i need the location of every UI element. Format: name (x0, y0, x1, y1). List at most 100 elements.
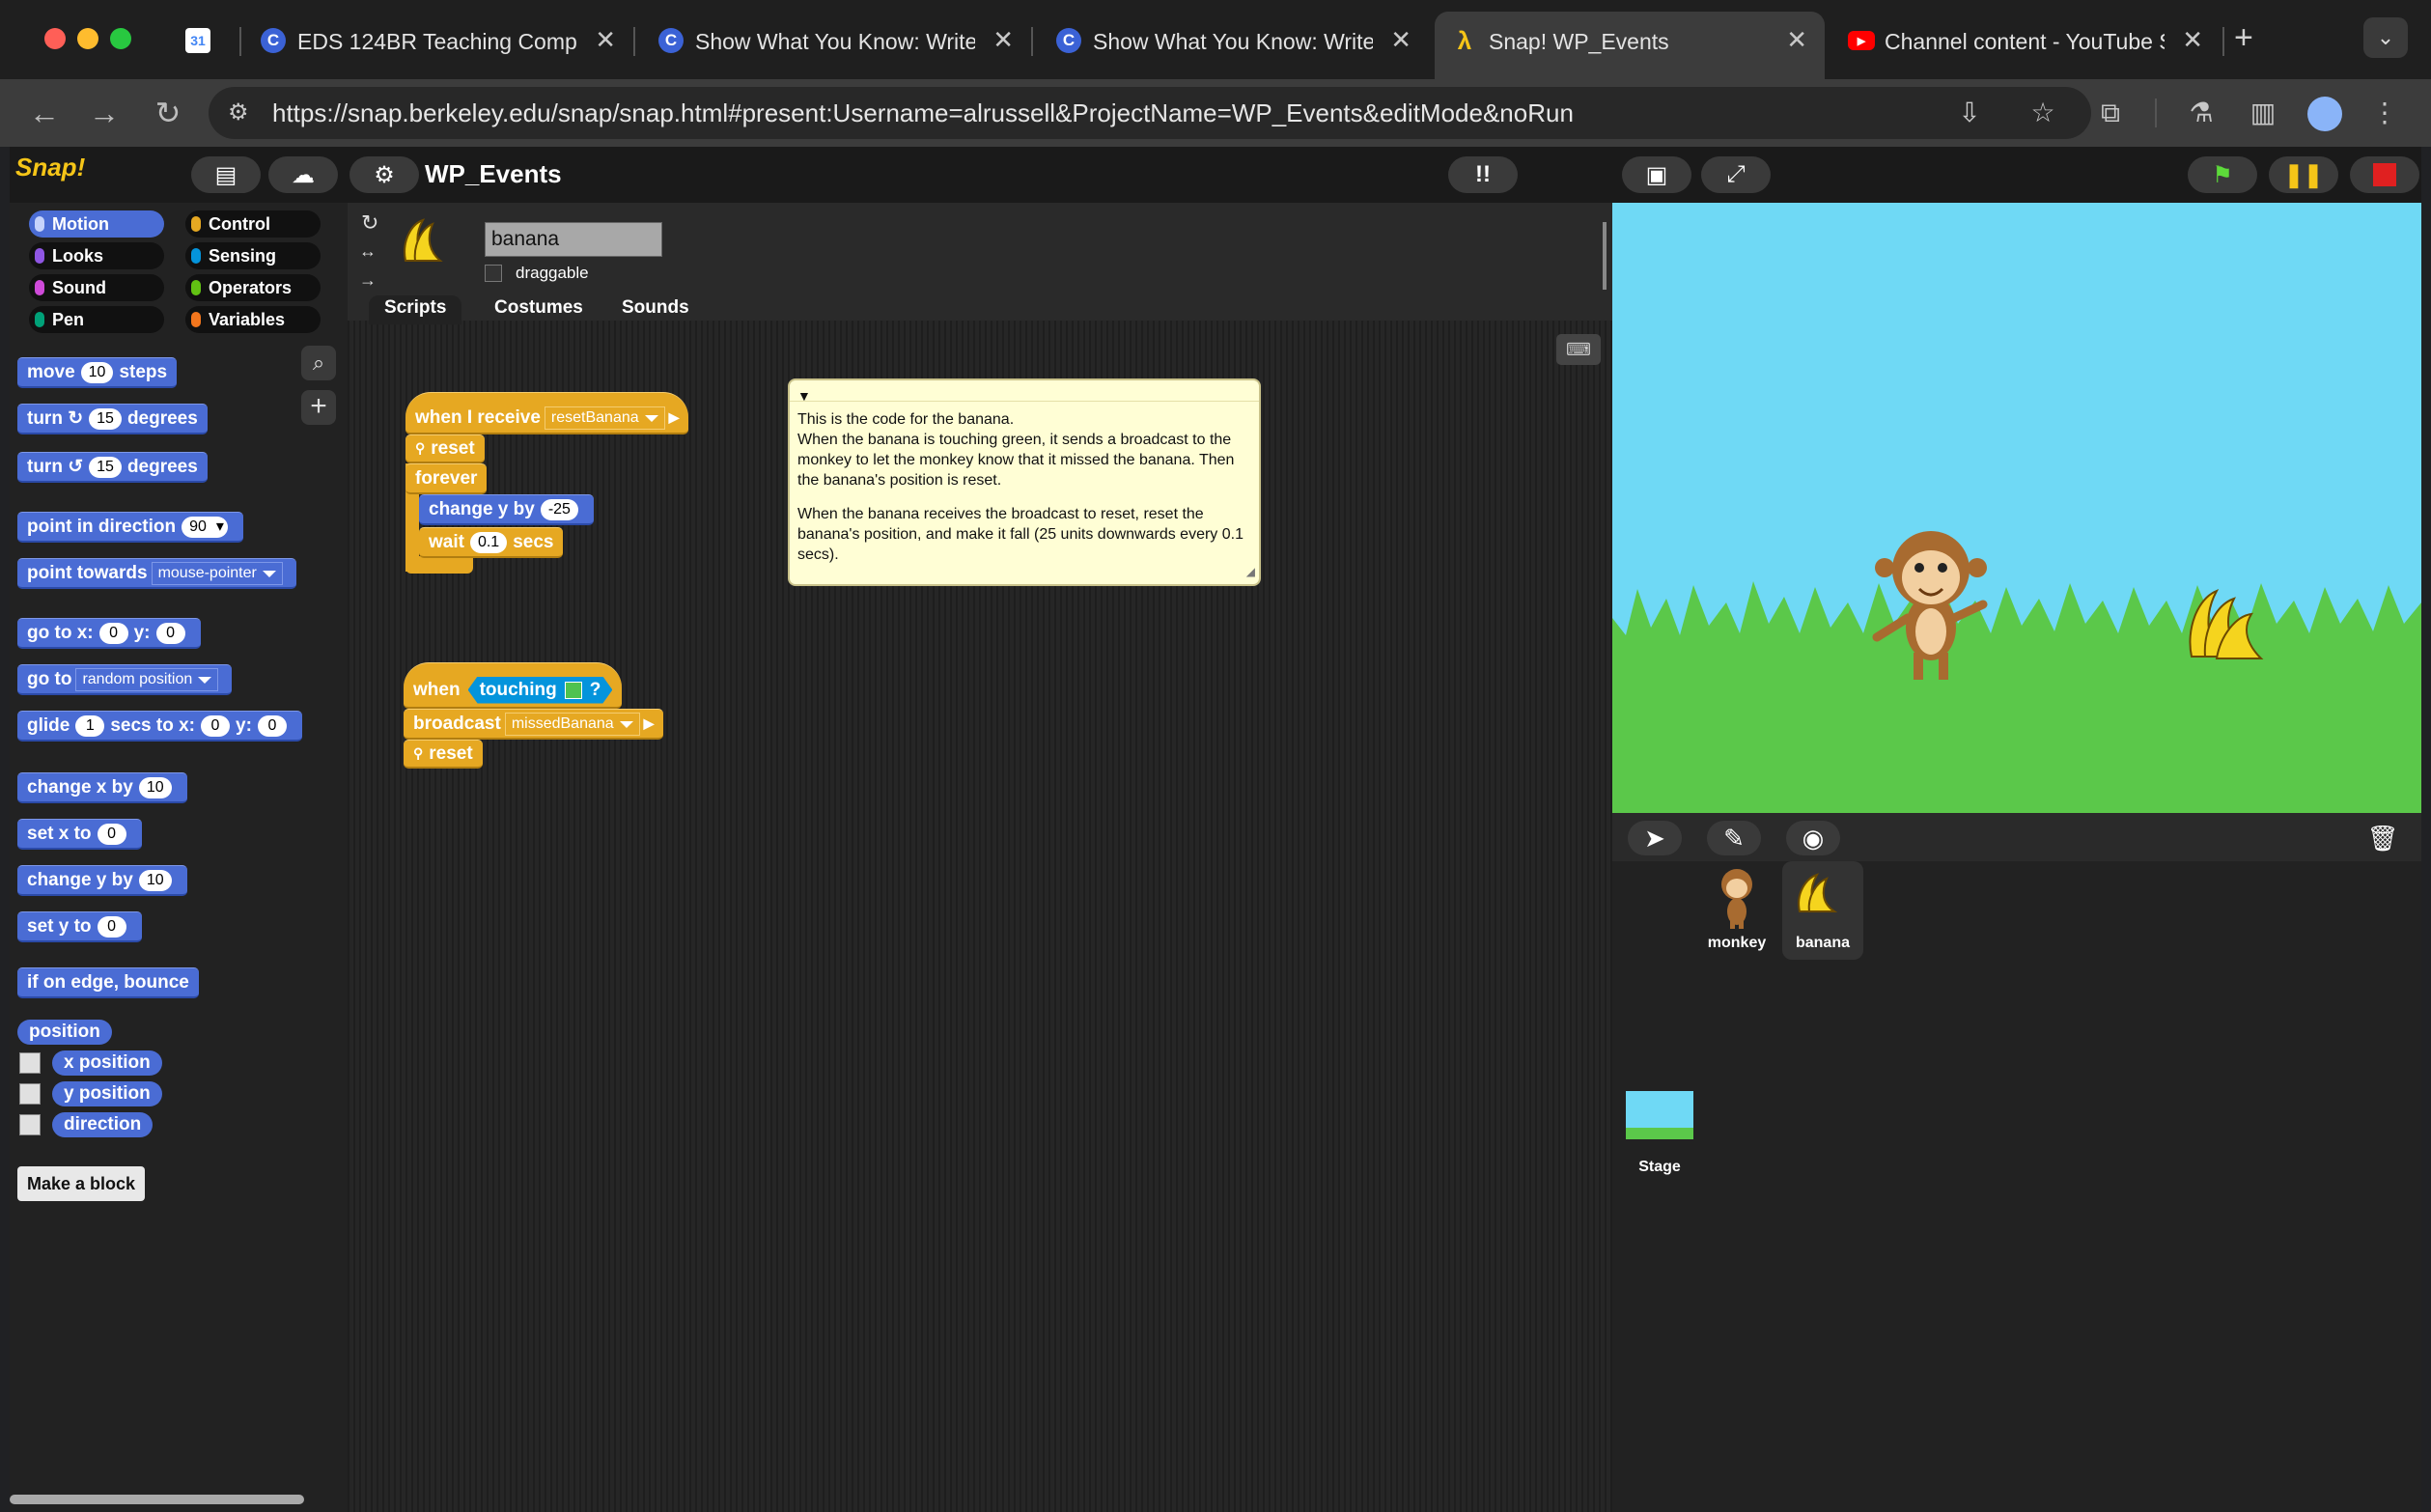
block-point-in-direction[interactable]: point in direction 90 ▾ (17, 512, 243, 543)
palette-scrollbar[interactable] (10, 1495, 304, 1504)
block-input[interactable]: 10 (138, 776, 172, 798)
tab-search-chevron-icon[interactable]: ⌄ (2363, 17, 2408, 58)
reporter-x-position[interactable]: x position (52, 1050, 162, 1076)
corral-stage[interactable]: Stage (1626, 1091, 1697, 1188)
trash-icon[interactable]: 🗑 (2356, 821, 2410, 855)
settings-gear-icon[interactable]: ⚙ (349, 156, 419, 193)
camera-icon[interactable]: ◉ (1786, 821, 1840, 855)
block-reset[interactable]: ⚲ reset (405, 434, 485, 463)
scripts-editor[interactable]: ↻ ↔ → banana draggable Scripts Costumes … (348, 203, 1612, 1512)
category-sensing[interactable]: Sensing (185, 242, 321, 269)
checkbox-x-position[interactable] (19, 1052, 41, 1074)
block-dropdown[interactable]: mouse-pointer (151, 561, 283, 585)
category-control[interactable]: Control (185, 210, 321, 238)
rotation-none-icon[interactable]: → (359, 270, 377, 291)
category-variables[interactable]: Variables (185, 306, 321, 333)
corral-sprite-monkey[interactable]: monkey (1703, 865, 1771, 952)
block-turn-ccw[interactable]: turn ↺ 15 degrees (17, 452, 208, 483)
cloud-icon[interactable]: ☁ (268, 156, 338, 193)
extensions-icon[interactable]: ⧉ (2091, 94, 2130, 132)
block-if-on-edge-bounce[interactable]: if on edge, bounce (17, 967, 199, 998)
turtle-arrow-icon[interactable]: ➤ (1628, 821, 1682, 855)
keyboard-entry-icon[interactable]: ⌨ (1556, 334, 1601, 365)
tab-sounds[interactable]: Sounds (606, 295, 705, 324)
menu-kebab-icon[interactable]: ⋮ (2365, 94, 2404, 132)
block-input[interactable]: 15 (89, 456, 122, 478)
close-tab-icon[interactable]: ✕ (595, 25, 616, 54)
close-tab-icon[interactable]: ✕ (1390, 25, 1411, 54)
block-turn-cw[interactable]: turn ↻ 15 degrees (17, 404, 208, 434)
profile-avatar[interactable] (2307, 97, 2342, 131)
reporter-position[interactable]: position (17, 1020, 112, 1045)
paint-brush-icon[interactable]: ✎ (1707, 821, 1761, 855)
minimize-window-icon[interactable] (77, 28, 98, 49)
install-app-icon[interactable]: ⇩ (1950, 94, 1989, 132)
close-window-icon[interactable] (44, 28, 66, 49)
block-change-y-by[interactable]: change y by -25 (419, 494, 594, 525)
block-input[interactable]: -25 (540, 498, 578, 520)
block-forever[interactable]: forever (405, 463, 488, 494)
make-a-block-button[interactable]: Make a block (17, 1166, 146, 1201)
block-input[interactable]: 90 ▾ (182, 516, 228, 538)
stage[interactable] (1612, 203, 2421, 813)
address-bar[interactable]: ⚙ https://snap.berkeley.edu/snap/snap.ht… (209, 87, 2091, 139)
resize-handle-icon[interactable]: ◢ (1246, 562, 1255, 582)
snap-logo[interactable]: Snap! (15, 153, 102, 197)
add-block-icon[interactable]: + (301, 390, 336, 425)
side-panel-icon[interactable]: ▥ (2244, 94, 2282, 132)
file-menu-icon[interactable]: ▤ (191, 156, 261, 193)
pane-resize-handle[interactable] (1603, 222, 1607, 290)
reporter-y-position[interactable]: y position (52, 1081, 162, 1106)
checkbox-y-position[interactable] (19, 1083, 41, 1105)
block-point-towards[interactable]: point towards mouse-pointer (17, 558, 296, 589)
block-set-y[interactable]: set y to 0 (17, 911, 142, 942)
block-move[interactable]: move 10 steps (17, 357, 178, 388)
block-go-to-xy[interactable]: go to x: 0 y: 0 (17, 618, 201, 649)
category-looks[interactable]: Looks (29, 242, 164, 269)
tab-scripts[interactable]: Scripts (369, 295, 462, 324)
normal-stage-icon[interactable]: ▣ (1622, 156, 1691, 193)
hat-when-condition[interactable]: when touching? (404, 662, 623, 709)
close-tab-icon[interactable]: ✕ (1786, 25, 1807, 54)
block-input[interactable]: 15 (89, 407, 122, 430)
fullscreen-icon[interactable]: ⤢ (1701, 156, 1771, 193)
hat-when-i-receive[interactable]: when I receive resetBanana ▶ (405, 392, 689, 434)
labs-flask-icon[interactable]: ⚗ (2182, 94, 2221, 132)
category-pen[interactable]: Pen (29, 306, 164, 333)
block-go-to[interactable]: go to random position (17, 664, 233, 695)
block-set-x[interactable]: set x to 0 (17, 819, 142, 850)
script-comment[interactable]: ▼ This is the code for the banana. When … (788, 378, 1261, 586)
block-change-x[interactable]: change x by 10 (17, 772, 187, 803)
tab-costumes[interactable]: Costumes (479, 295, 599, 324)
tab-calendar[interactable]: 31 (172, 12, 224, 79)
search-blocks-icon[interactable]: ⌕ (301, 346, 336, 380)
reporter-direction[interactable]: direction (52, 1112, 154, 1137)
pause-icon[interactable]: ❚❚ (2269, 156, 2338, 193)
block-input[interactable]: 10 (80, 361, 114, 383)
block-input[interactable]: 0 (155, 622, 185, 644)
unused-blocks-icon[interactable]: !! (1448, 156, 1518, 193)
predicate-touching[interactable]: touching? (468, 677, 613, 704)
message-dropdown[interactable]: missedBanana (504, 712, 640, 736)
block-dropdown[interactable]: random position (75, 667, 219, 691)
block-input[interactable]: 0 (97, 823, 126, 845)
site-settings-icon[interactable]: ⚙ (228, 98, 249, 126)
block-input[interactable]: 0 (97, 915, 126, 938)
message-dropdown[interactable]: resetBanana (544, 406, 665, 430)
category-motion[interactable]: Motion (29, 210, 164, 238)
category-sound[interactable]: Sound (29, 274, 164, 301)
block-glide[interactable]: glide 1 secs to x: 0 y: 0 (17, 711, 302, 742)
new-tab-icon[interactable]: + (2234, 19, 2253, 57)
reload-icon[interactable]: ↻ (149, 94, 187, 132)
maximize-window-icon[interactable] (110, 28, 131, 49)
comment-title-bar[interactable] (790, 380, 1259, 402)
draggable-checkbox[interactable] (485, 265, 502, 282)
close-tab-icon[interactable]: ✕ (2182, 25, 2203, 54)
color-swatch-green[interactable] (565, 682, 582, 699)
block-input[interactable]: 0 (257, 714, 287, 737)
block-wait[interactable]: wait 0.1 secs (419, 527, 564, 558)
tab-show-what-you-know-1[interactable]: C Show What You Know: Write ✕ (641, 12, 1031, 79)
rotation-free-icon[interactable]: ↻ (361, 210, 378, 236)
block-broadcast[interactable]: broadcast missedBanana ▶ (404, 709, 664, 740)
block-input[interactable]: 0 (201, 714, 230, 737)
